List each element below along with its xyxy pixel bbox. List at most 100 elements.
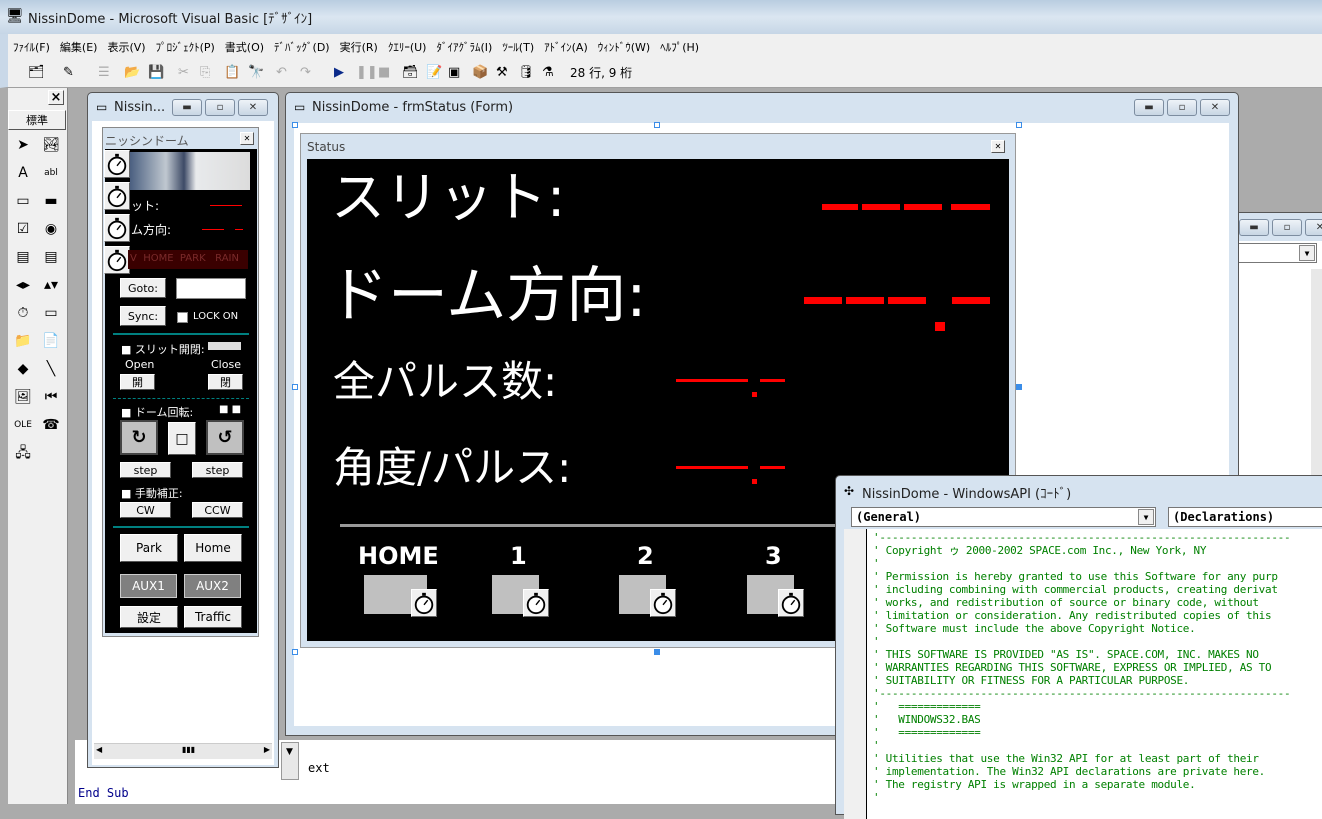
close-button[interactable]: ✕ bbox=[1305, 219, 1322, 236]
toolbox-icon[interactable]: ⚒ bbox=[496, 65, 508, 81]
toolbox-checkbox-icon[interactable]: ☑ bbox=[12, 218, 34, 240]
resize-handle[interactable] bbox=[1016, 384, 1022, 390]
toolbox-close-button[interactable]: × bbox=[48, 90, 64, 105]
scrollbar[interactable] bbox=[1311, 269, 1322, 479]
cut-icon[interactable]: ✂ bbox=[178, 65, 189, 81]
toolbox-listbox-icon[interactable]: ▤ bbox=[40, 246, 62, 268]
toolbox-timer-icon[interactable]: ⏱ bbox=[12, 302, 34, 324]
resize-handle[interactable] bbox=[292, 384, 298, 390]
toolbox-dbgrid-icon[interactable]: ☎ bbox=[40, 414, 62, 436]
toolbox-commandbutton-icon[interactable]: ▬ bbox=[40, 190, 62, 212]
toolbox-image-icon[interactable]: 🖼 bbox=[12, 386, 34, 408]
timer-icon[interactable] bbox=[650, 589, 676, 617]
goto-button[interactable]: Goto: bbox=[120, 278, 166, 298]
toolbox-shape-icon[interactable]: ◆ bbox=[12, 358, 34, 380]
horizontal-scrollbar[interactable]: ◀ ▮▮▮ ▶ bbox=[94, 743, 272, 759]
timer-icon[interactable] bbox=[104, 246, 130, 274]
home-button[interactable]: Home bbox=[184, 534, 242, 562]
dropdown-arrow[interactable]: ▼ bbox=[1299, 245, 1315, 261]
menu-item[interactable]: ｳｨﾝﾄﾞｳ(W) bbox=[593, 34, 655, 55]
menu-item[interactable]: ﾀﾞｲｱｸﾞﾗﾑ(I) bbox=[431, 34, 497, 55]
toolbox-combobox-icon[interactable]: ▤ bbox=[12, 246, 34, 268]
toolbox-picturebox-icon[interactable]: 🏞 bbox=[40, 134, 62, 156]
step-left-button[interactable]: step bbox=[120, 462, 171, 478]
park-button[interactable]: Park bbox=[120, 534, 178, 562]
save-icon[interactable]: 💾 bbox=[148, 65, 164, 81]
traffic-button[interactable]: Traffic bbox=[184, 606, 242, 628]
restore-button[interactable]: ▫ bbox=[1272, 219, 1302, 236]
settings-button[interactable]: 設定 bbox=[120, 606, 178, 628]
rotate-left-button[interactable]: ↻ bbox=[120, 420, 158, 455]
minimize-button[interactable]: ▬ bbox=[172, 99, 202, 116]
procedure-dropdown[interactable]: (Declarations) bbox=[1168, 507, 1322, 527]
toolbox-line-icon[interactable]: ╲ bbox=[40, 358, 62, 380]
slit-close-button[interactable]: 閉 bbox=[208, 374, 243, 390]
object-dropdown[interactable]: (General) ▼ bbox=[851, 507, 1156, 527]
ccw-button[interactable]: CCW bbox=[192, 502, 243, 518]
resize-handle[interactable] bbox=[292, 649, 298, 655]
restore-button[interactable]: ▫ bbox=[1167, 99, 1197, 116]
toolbox-filelistbox-icon[interactable]: 📄 bbox=[40, 330, 62, 352]
toolbox-data-icon[interactable]: ⏮ bbox=[40, 386, 62, 408]
data-view-icon[interactable]: 🛢 bbox=[518, 65, 535, 81]
aux2-button[interactable]: AUX2 bbox=[184, 574, 241, 598]
toolbox-pointer-icon[interactable]: ➤ bbox=[12, 134, 34, 156]
menu-item[interactable]: ｱﾄﾞｲﾝ(A) bbox=[539, 34, 593, 55]
timer-icon[interactable] bbox=[104, 182, 130, 210]
redo-icon[interactable]: ↷ bbox=[300, 65, 311, 81]
toolbox-dirlistbox-icon[interactable]: 📁 bbox=[12, 330, 34, 352]
menu-item[interactable]: ﾂｰﾙ(T) bbox=[497, 34, 539, 55]
paste-icon[interactable]: 📋 bbox=[224, 65, 240, 81]
menu-item[interactable]: ｸｴﾘｰ(U) bbox=[383, 34, 432, 55]
aux1-button[interactable]: AUX1 bbox=[120, 574, 177, 598]
find-icon[interactable]: 🔭 bbox=[248, 65, 264, 81]
stop-icon[interactable]: ■ bbox=[378, 65, 390, 81]
timer-icon[interactable] bbox=[778, 589, 804, 617]
toolbox-hscrollbar-icon[interactable]: ◂▸ bbox=[12, 274, 34, 296]
object-browser-icon[interactable]: 📦 bbox=[472, 65, 488, 81]
close-button[interactable]: ✕ bbox=[238, 99, 268, 116]
component-manager-icon[interactable]: ⚗ bbox=[542, 65, 554, 81]
minimize-button[interactable]: ▬ bbox=[1239, 219, 1269, 236]
dropdown-arrow[interactable]: ▼ bbox=[1138, 509, 1154, 525]
goto-input[interactable] bbox=[176, 278, 246, 299]
menu-item[interactable]: ﾍﾙﾌﾟ(H) bbox=[655, 34, 704, 55]
slit-open-button[interactable]: 開 bbox=[120, 374, 155, 390]
open-icon[interactable]: 📂 bbox=[124, 65, 140, 81]
timer-icon[interactable] bbox=[523, 589, 549, 617]
timer-icon[interactable] bbox=[104, 214, 130, 242]
cw-button[interactable]: CW bbox=[120, 502, 171, 518]
menu-item[interactable]: 書式(O) bbox=[220, 34, 269, 55]
resize-handle[interactable] bbox=[292, 122, 298, 128]
timer-icon[interactable] bbox=[104, 150, 130, 178]
form-close-button[interactable]: ✕ bbox=[240, 132, 254, 145]
properties-icon[interactable]: 📝 bbox=[426, 65, 442, 81]
sync-button[interactable]: Sync: bbox=[120, 306, 166, 326]
step-right-button[interactable]: step bbox=[192, 462, 243, 478]
menu-item[interactable]: ﾌｧｲﾙ(F) bbox=[8, 34, 55, 55]
menu-item[interactable]: 実行(R) bbox=[335, 34, 383, 55]
add-project-icon[interactable]: 🗂 bbox=[28, 65, 45, 81]
toolbox-frame-icon[interactable]: ▭ bbox=[12, 190, 34, 212]
pause-icon[interactable]: ❚❚ bbox=[356, 65, 378, 81]
undo-icon[interactable]: ↶ bbox=[276, 65, 287, 81]
timer-icon[interactable] bbox=[411, 589, 437, 617]
minimize-button[interactable]: ▬ bbox=[1134, 99, 1164, 116]
lock-on-checkbox[interactable] bbox=[177, 312, 188, 323]
resize-handle[interactable] bbox=[1016, 122, 1022, 128]
toolbox-optionbutton-icon[interactable]: ◉ bbox=[40, 218, 62, 240]
form-layout-icon[interactable]: ▣ bbox=[448, 65, 460, 81]
toolbox-vscrollbar-icon[interactable]: ▴▾ bbox=[40, 274, 62, 296]
copy-icon[interactable]: ⎘ bbox=[200, 65, 210, 81]
project-explorer-icon[interactable]: 🗃 bbox=[402, 65, 419, 81]
rotate-right-button[interactable]: ↺ bbox=[206, 420, 244, 455]
add-form-icon[interactable]: ✎ bbox=[63, 65, 74, 81]
resize-handle[interactable] bbox=[654, 122, 660, 128]
run-icon[interactable]: ▶ bbox=[334, 65, 344, 81]
toolbox-textbox-icon[interactable]: abl bbox=[40, 162, 62, 184]
status-form-close-button[interactable]: ✕ bbox=[991, 140, 1005, 153]
rotate-stop-button[interactable]: □ bbox=[168, 422, 196, 455]
vertical-scroll-down[interactable]: ▼ bbox=[281, 742, 299, 780]
close-button[interactable]: ✕ bbox=[1200, 99, 1230, 116]
menu-editor-icon[interactable]: ☰ bbox=[98, 65, 110, 81]
